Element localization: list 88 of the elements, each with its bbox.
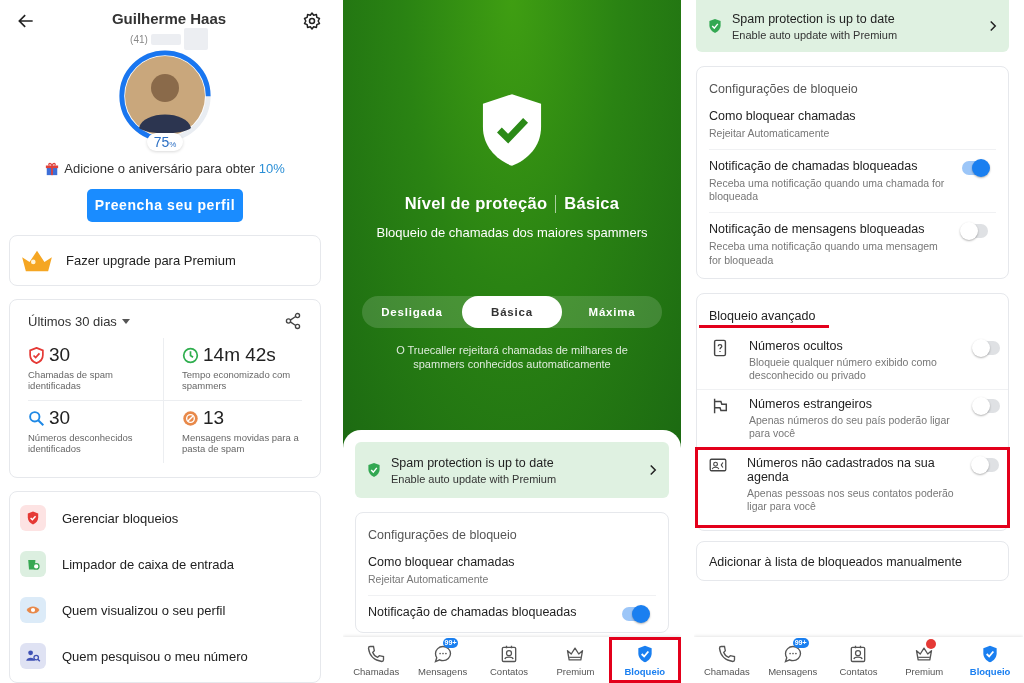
setting-title: Notificação de chamadas bloqueadas <box>368 605 578 620</box>
person-search-icon <box>25 648 41 664</box>
setting-title: Adicionar à lista de bloqueados manualmente <box>709 555 962 570</box>
share-icon[interactable] <box>284 312 302 331</box>
nav-tab[interactable]: Bloqueio <box>608 637 681 683</box>
setting-description: Apenas pessoas nos seus contatos poderão ligar para você <box>747 487 955 514</box>
stat-label: Chamadas de spam identificadas <box>28 370 115 393</box>
banner-subtitle: Enable auto update with Premium <box>732 28 899 41</box>
toggle-switch[interactable] <box>622 607 648 622</box>
stat-label: Números desconhecidos identificados <box>28 433 134 456</box>
banner-title: Spam protection is up to date <box>732 11 896 26</box>
stat-value: 14m 42s <box>203 344 276 367</box>
toggle-switch[interactable] <box>973 458 999 473</box>
setting-title: Números não cadastrados na sua agenda <box>747 456 936 485</box>
shield-check-icon <box>25 510 41 526</box>
phone-icon <box>716 643 737 664</box>
nav-tab[interactable]: Chamadas <box>694 637 760 683</box>
protection-description: O Truecaller rejeitará chamadas de milhares de spammers conhecidos automaticamente <box>395 344 629 372</box>
protection-mode-option[interactable]: Máxima <box>562 296 662 328</box>
menu-item[interactable]: Quem pesquisou o meu número <box>10 633 320 679</box>
menu-item[interactable]: Limpador de caixa de entrada <box>10 541 320 587</box>
section-title: Bloqueio avançado <box>699 308 830 328</box>
nav-tab[interactable]: Contatos <box>475 637 543 683</box>
protection-subtitle: Bloqueio de chamadas dos maiores spammers <box>376 225 648 240</box>
phone-number: (41) <box>130 33 148 45</box>
nav-tab[interactable]: Contatos <box>825 637 892 683</box>
chat-bubble-icon <box>782 643 803 664</box>
spam-protection-banner[interactable]: Spam protection is up to date Enable auto update with Premium <box>355 442 669 498</box>
stat-value: 13 <box>203 407 225 430</box>
setting-title: Notificação de mensagens bloqueadas <box>709 222 926 237</box>
menu-item[interactable]: Quem visualizou o seu perfil <box>10 587 320 633</box>
setting-description: Bloqueie qualquer número exibido como desconhecido ou privado <box>749 355 938 382</box>
protection-level-title: Nível de proteção <box>404 194 548 213</box>
setting-description: Receba uma notificação quando uma chamada for bloqueada <box>709 177 946 204</box>
protection-mode-option[interactable]: Básica <box>462 296 562 328</box>
period-dropdown[interactable]: Últimos 30 dias <box>28 313 130 329</box>
clock-icon <box>182 346 199 364</box>
search-icon <box>28 409 45 427</box>
settings-icon[interactable] <box>302 11 322 31</box>
banner-title: Spam protection is up to date <box>391 455 555 470</box>
shield-check-icon <box>367 462 381 478</box>
stat-value: 30 <box>49 407 71 430</box>
protection-level-value: Básica <box>564 194 620 213</box>
nav-tab[interactable]: Premium <box>891 637 958 683</box>
premium-upgrade-card[interactable]: Fazer upgrade para Premium <box>9 234 321 287</box>
stat-value: 30 <box>49 344 71 367</box>
setting-description: Receba uma notificação quando uma mensagem for bloqueada <box>709 240 939 267</box>
protection-mode-option[interactable]: Desligada <box>362 296 462 328</box>
setting-value: Rejeitar Automaticamente <box>709 127 831 141</box>
spam-protection-banner[interactable]: Spam protection is up to date Enable auto update with Premium <box>696 0 1009 52</box>
toggle-switch[interactable] <box>974 340 1000 355</box>
caret-icon <box>121 318 130 324</box>
shield-check-icon <box>481 92 543 168</box>
setting-title: Números estrangeiros <box>749 396 873 411</box>
shield-check-icon <box>708 18 722 34</box>
profile-completion: 75% <box>147 133 183 152</box>
toggle-switch[interactable] <box>962 161 988 176</box>
chevron-right-icon <box>989 20 997 32</box>
setting-title: Notificação de chamadas bloqueadas <box>709 159 919 174</box>
contact-card-icon <box>499 643 519 664</box>
banner-subtitle: Enable auto update with Premium <box>391 472 558 485</box>
setting-value: Rejeitar Automaticamente <box>368 573 490 587</box>
stat-label: Mensagens movidas para a pasta de spam <box>182 433 300 456</box>
nav-tab[interactable]: Chamadas <box>343 637 410 683</box>
profile-name: Guilherme Haas <box>111 10 227 27</box>
setting-title: Números ocultos <box>749 338 844 353</box>
phone-question-icon <box>711 338 729 357</box>
premium-upgrade-label: Fazer upgrade para Premium <box>66 253 236 269</box>
section-title: Configurações de bloqueio <box>709 82 858 96</box>
setting-title: Como bloquear chamadas <box>709 109 857 123</box>
setting-title: Como bloquear chamadas <box>368 555 516 569</box>
toggle-switch[interactable] <box>974 398 1000 413</box>
blocked-message-icon <box>182 409 199 427</box>
nav-tab[interactable]: Bloqueio <box>957 637 1023 683</box>
nav-tab[interactable]: Premium <box>542 637 609 683</box>
chevron-right-icon <box>649 464 657 476</box>
gift-icon <box>45 161 60 176</box>
chat-bubble-icon <box>432 643 453 664</box>
menu-item[interactable]: Gerenciar bloqueios <box>10 495 320 541</box>
stat-label: Tempo economizado com spammers <box>182 370 292 393</box>
shield-check-icon <box>28 346 45 364</box>
birthday-prompt: Adicione o aniversário para obter 10% <box>64 161 285 177</box>
toggle-switch[interactable] <box>962 224 988 239</box>
flag-icon <box>711 396 729 415</box>
manual-block-card[interactable]: Adicionar à lista de bloqueados manualmente <box>696 541 1009 582</box>
phone-icon <box>366 643 387 664</box>
setting-description: Apenas números do seu país poderão ligar para você <box>749 413 951 441</box>
section-title: Configurações de bloqueio <box>368 528 517 542</box>
